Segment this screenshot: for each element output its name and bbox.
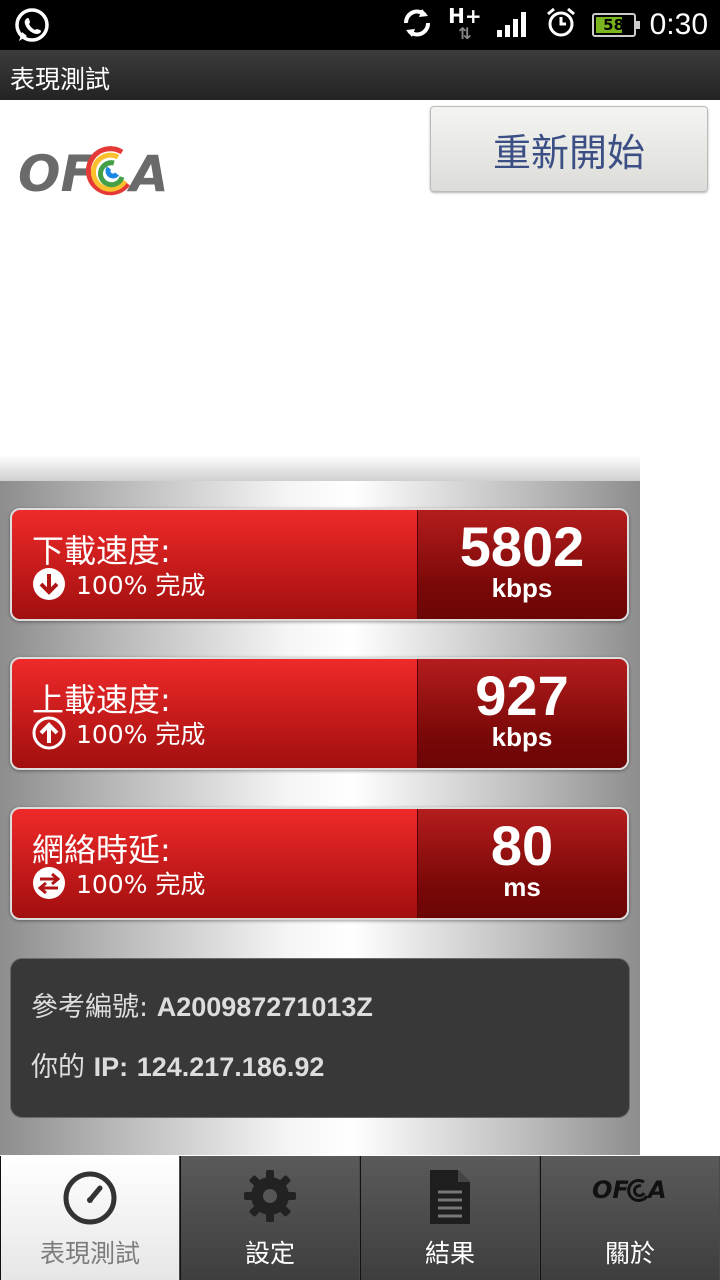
download-speed-unit: kbps	[491, 573, 553, 603]
title-bar: 表現測試	[0, 50, 720, 100]
signal-icon	[496, 8, 530, 42]
restart-button[interactable]: 重新開始	[430, 106, 708, 192]
info-box: 參考編號: A200987271013Z 你的 IP: 124.217.186.…	[10, 958, 630, 1118]
gear-icon	[242, 1168, 298, 1228]
battery-icon: 58	[591, 13, 640, 37]
tab-about-label: 關於	[604, 1239, 655, 1268]
svg-text:A: A	[646, 1176, 667, 1204]
upload-speed-card: 上載速度: 100% 完成 927 kbps	[10, 657, 629, 770]
tab-settings[interactable]: 設定	[180, 1156, 360, 1280]
download-progress-text: 100% 完成	[76, 571, 206, 600]
download-speed-card: 下載速度: 100% 完成 5802 kbps	[10, 508, 629, 621]
latency-value: 80	[490, 814, 554, 877]
reference-row: 參考編號: A200987271013Z	[31, 985, 373, 1024]
upload-progress: 100% 完成	[32, 715, 205, 751]
panel-top-shade	[0, 455, 640, 481]
svg-text:A: A	[126, 145, 169, 196]
alarm-icon	[544, 6, 578, 44]
app-title: 表現測試	[10, 65, 111, 94]
clock: 0:30	[649, 8, 708, 41]
latency-progress: 100% 完成	[32, 865, 205, 901]
svg-text:OF: OF	[592, 1176, 629, 1204]
tab-performance-test-label: 表現測試	[39, 1239, 140, 1268]
whatsapp-icon	[14, 8, 50, 48]
latency-swap-icon	[32, 866, 66, 900]
latency-unit: ms	[503, 872, 541, 902]
sync-icon	[400, 6, 434, 44]
ip-label-prefix: 你的	[31, 1052, 85, 1083]
document-list-icon	[426, 1168, 474, 1230]
upload-speed-unit: kbps	[491, 722, 553, 752]
reference-label: 參考編號:	[31, 992, 149, 1023]
battery-level: 58	[603, 16, 625, 34]
tab-results[interactable]: 結果	[360, 1156, 540, 1280]
svg-text:OF: OF	[18, 145, 95, 196]
status-bar: H+ ⇅ 58 0:30	[0, 0, 720, 50]
speedometer-icon	[60, 1168, 120, 1232]
network-h-plus-icon: H+ ⇅	[448, 4, 482, 43]
reference-value: A200987271013Z	[156, 992, 373, 1022]
tab-settings-label: 設定	[244, 1239, 295, 1268]
tab-about[interactable]: OF A 關於	[540, 1156, 720, 1280]
tab-performance-test[interactable]: 表現測試	[0, 1156, 180, 1280]
upload-arrow-icon	[32, 716, 66, 750]
ofca-logo: OF A	[18, 134, 178, 203]
upload-speed-value: 927	[475, 664, 569, 727]
download-speed-value: 5802	[459, 515, 585, 578]
download-progress: 100% 完成	[32, 566, 205, 602]
ip-value: 124.217.186.92	[136, 1052, 325, 1082]
latency-progress-text: 100% 完成	[76, 870, 206, 899]
upload-progress-text: 100% 完成	[76, 720, 206, 749]
download-arrow-icon	[32, 567, 66, 601]
ofca-logo-icon: OF A	[590, 1168, 670, 1212]
latency-card: 網絡時延: 100% 完成 80 ms	[10, 807, 629, 920]
bottom-tab-bar: 表現測試 設定 結果 OF A 關於	[0, 1156, 720, 1280]
tab-results-label: 結果	[424, 1239, 475, 1268]
ip-row: 你的 IP: 124.217.186.92	[31, 1045, 324, 1084]
ip-label: IP:	[93, 1052, 129, 1082]
